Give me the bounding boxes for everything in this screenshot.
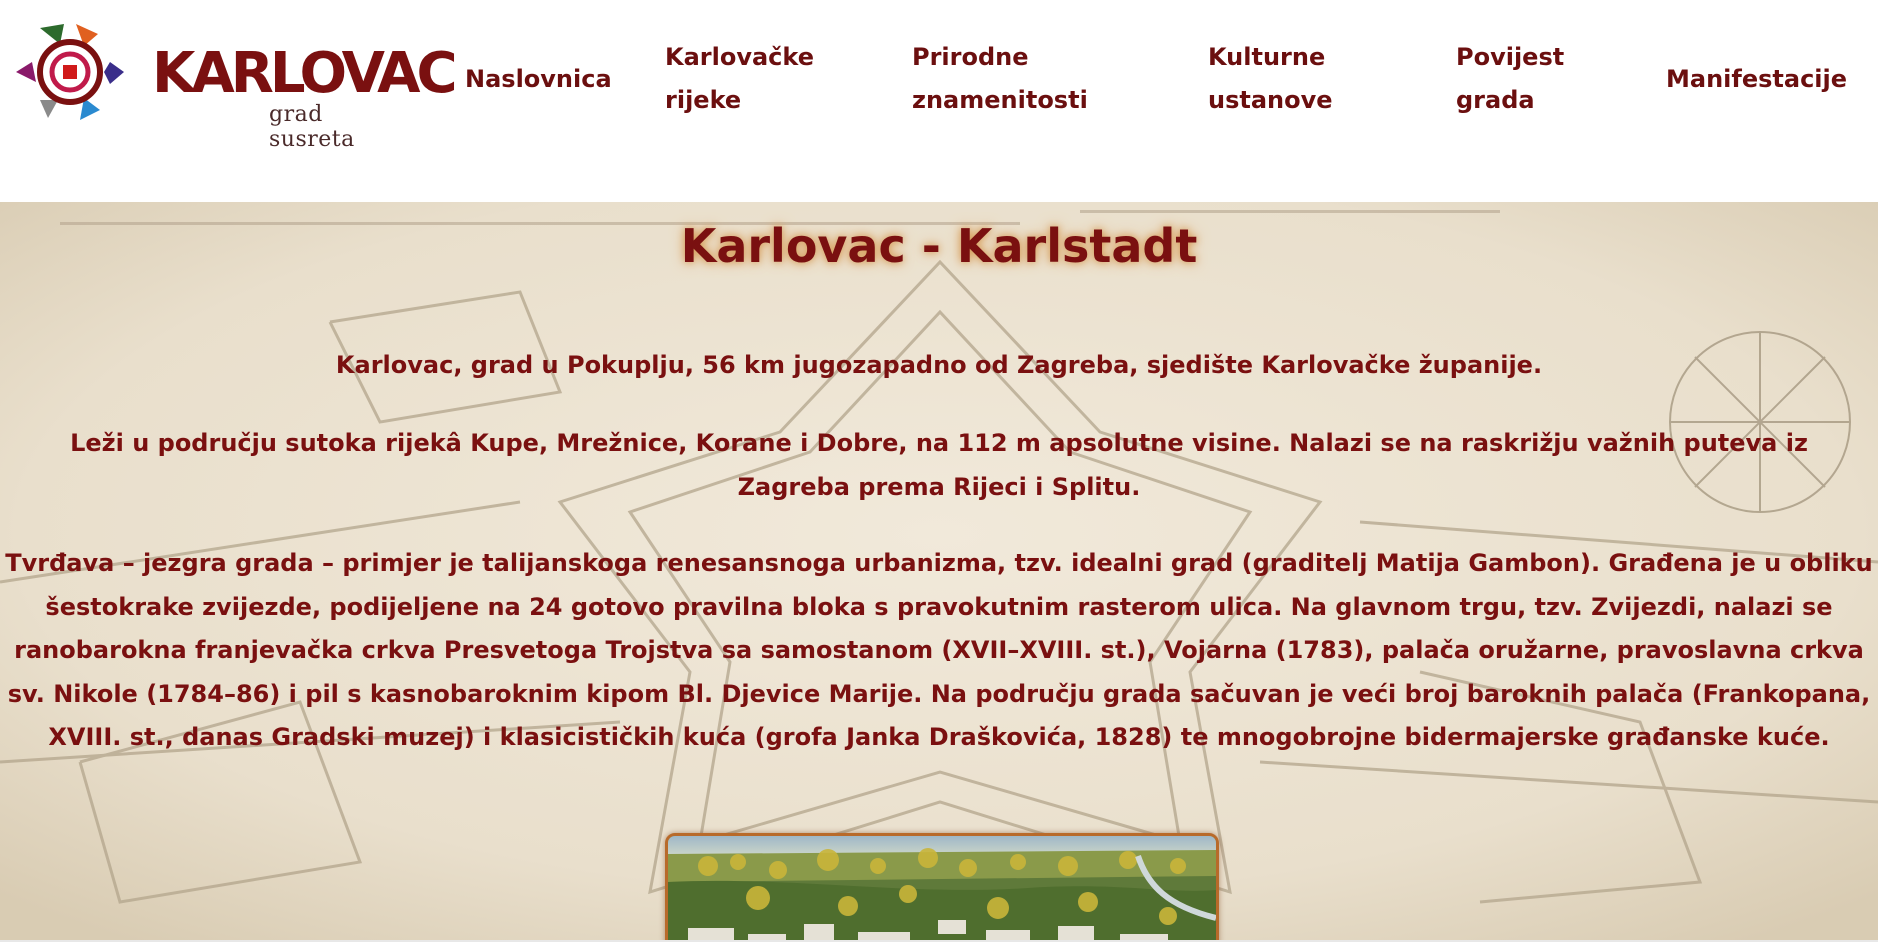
nav-item-label-line1: Kulturne: [1208, 43, 1326, 71]
nav-item-karlovacke-rijeke[interactable]: Karlovačke rijeke: [665, 36, 814, 122]
fortress-paragraph: Tvrđava – jezgra grada – primjer je tali…: [5, 549, 1873, 751]
page-title: Karlovac - Karlstadt: [680, 219, 1198, 273]
nav-item-label-line1: Karlovačke: [665, 43, 815, 71]
nav-item-label-line1: Prirodne: [912, 43, 1029, 71]
nav-item-label-line2: znamenitosti: [912, 86, 1088, 114]
nav-item-label-line2: rijeke: [665, 86, 742, 114]
nav-item-label: Naslovnica: [465, 65, 612, 93]
site-header: KARLOVAC grad susreta Naslovnica Karlova…: [0, 0, 1878, 200]
nav-item-manifestacije[interactable]: Manifestacije: [1666, 58, 1847, 101]
location-paragraph: Leži u području sutoka rijekâ Kupe, Mrež…: [70, 429, 1808, 501]
nav-item-naslovnica[interactable]: Naslovnica: [465, 58, 612, 101]
aerial-photo-image: [668, 836, 1216, 940]
main-navigation: Naslovnica Karlovačke rijeke Prirodne zn…: [0, 0, 1878, 200]
nav-item-kulturne-ustanove[interactable]: Kulturne ustanove: [1208, 36, 1333, 122]
main-content: Karlovac - Karlstadt Karlovac, grad u Po…: [0, 202, 1878, 940]
nav-item-label: Manifestacije: [1666, 65, 1848, 93]
nav-item-label-line2: grada: [1456, 86, 1535, 114]
intro-paragraph: Karlovac, grad u Pokuplju, 56 km jugozap…: [335, 351, 1543, 379]
aerial-city-photo: [665, 833, 1219, 940]
nav-item-povijest-grada[interactable]: Povijest grada: [1456, 36, 1564, 122]
nav-item-label-line1: Povijest: [1456, 43, 1565, 71]
nav-item-prirodne-znamenitosti[interactable]: Prirodne znamenitosti: [912, 36, 1088, 122]
article: Karlovac - Karlstadt Karlovac, grad u Po…: [0, 202, 1878, 940]
nav-item-label-line2: ustanove: [1208, 86, 1333, 114]
